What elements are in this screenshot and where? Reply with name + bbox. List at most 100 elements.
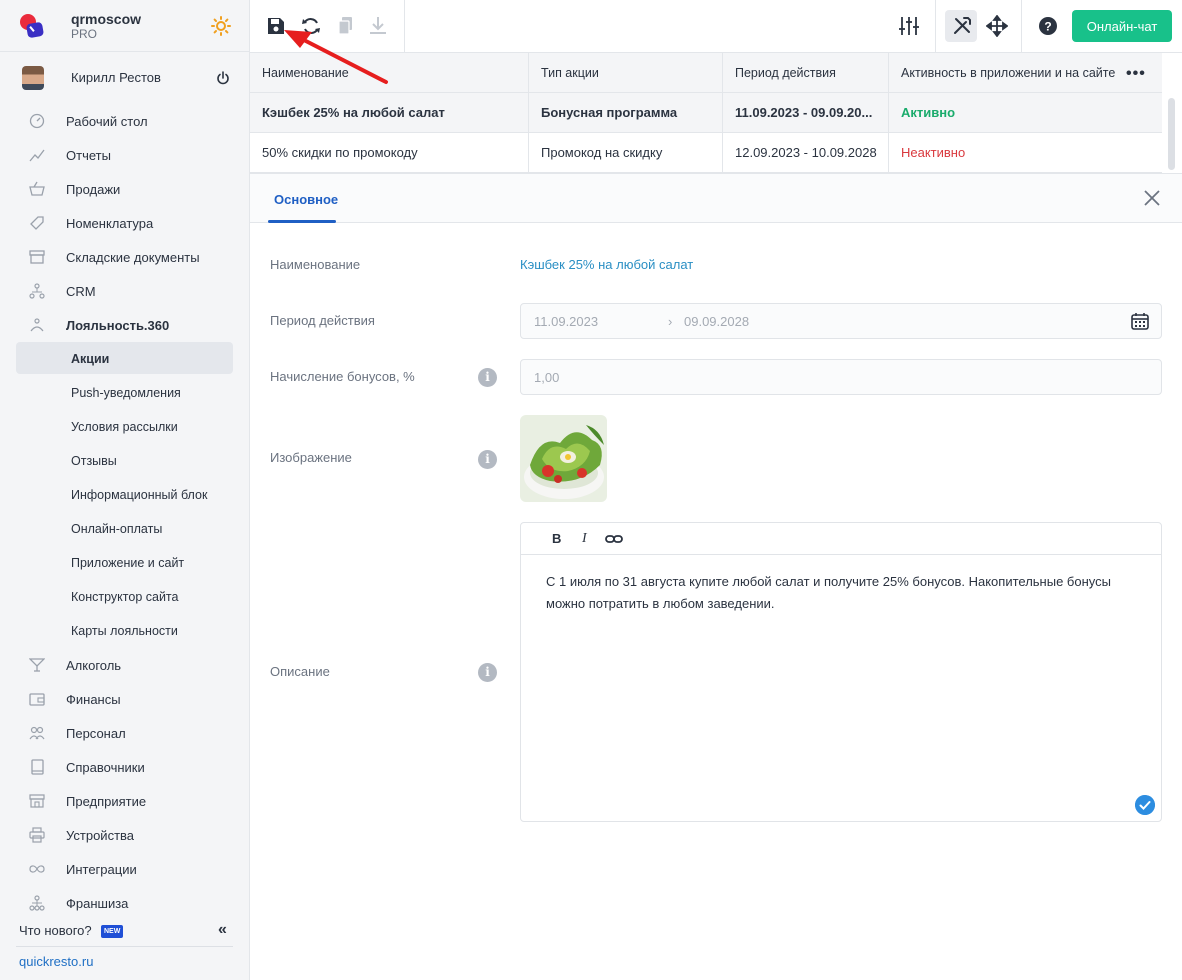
book-icon	[31, 759, 44, 775]
sidebar-item-label: Франшиза	[66, 896, 129, 911]
brand-name: qrmoscow	[71, 11, 142, 27]
info-icon[interactable]: i	[478, 450, 497, 469]
sidebar-item-sales[interactable]: Продажи	[0, 172, 249, 206]
sidebar-item-label: CRM	[66, 284, 96, 299]
sidebar-item-label: Алкоголь	[66, 658, 122, 673]
bonus-placeholder: 1,00	[534, 370, 560, 385]
column-header-name[interactable]: Наименование	[250, 53, 529, 93]
info-icon[interactable]: i	[478, 663, 497, 682]
hierarchy-icon	[29, 283, 45, 299]
calendar-icon[interactable]	[1130, 311, 1150, 331]
table-cell-name: Кэшбек 25% на любой салат	[250, 93, 529, 133]
printer-icon	[29, 827, 45, 843]
sidebar-item-loyalty[interactable]: Лояльность.360	[0, 308, 249, 342]
sidebar-subitem-online-payments[interactable]: Онлайн-оплаты	[0, 512, 249, 546]
sidebar-subitem-site-builder[interactable]: Конструктор сайта	[0, 580, 249, 614]
info-icon[interactable]: i	[478, 368, 497, 387]
site-link[interactable]: quickresto.ru	[19, 954, 93, 969]
salad-image[interactable]	[520, 415, 607, 502]
sidebar-item-franchise[interactable]: Франшиза	[0, 886, 249, 920]
svg-text:?: ?	[1044, 20, 1051, 34]
sidebar-item-label: Складские документы	[66, 250, 200, 265]
cocktail-icon	[29, 658, 45, 672]
sidebar-item-enterprise[interactable]: Предприятие	[0, 784, 249, 818]
power-icon[interactable]	[216, 71, 230, 85]
help-icon[interactable]: ?	[1038, 15, 1058, 37]
column-header-type[interactable]: Тип акции	[529, 53, 723, 93]
link-icon[interactable]	[605, 532, 623, 546]
online-chat-button[interactable]: Онлайн-чат	[1072, 10, 1172, 42]
sidebar-item-directories[interactable]: Справочники	[0, 750, 249, 784]
sidebar-item-label: Номенклатура	[66, 216, 154, 231]
toolbar-divider	[935, 0, 936, 52]
period-date-range[interactable]: 11.09.2023 › 09.09.2028	[520, 303, 1162, 339]
move-icon[interactable]	[986, 15, 1008, 37]
column-settings-icon[interactable]	[898, 15, 920, 37]
more-options-icon[interactable]: •••	[1126, 65, 1146, 83]
sidebar-subitem-app-site[interactable]: Приложение и сайт	[0, 546, 249, 580]
name-value[interactable]: Кэшбек 25% на любой салат	[520, 257, 693, 272]
detail-tabs: Основное	[250, 173, 1182, 223]
check-icon[interactable]	[1135, 795, 1155, 815]
download-icon[interactable]	[368, 15, 388, 37]
tools-icon[interactable]	[951, 15, 973, 37]
table-cell-type: Промокод на скидку	[529, 133, 723, 173]
sidebar-item-label: Предприятие	[66, 794, 147, 809]
italic-button[interactable]: I	[582, 531, 587, 547]
table-row[interactable]: Кэшбек 25% на любой салат Бонусная прогр…	[250, 93, 1162, 133]
column-header-activity[interactable]: Активность в приложении и на сайте	[889, 53, 1162, 93]
divider	[16, 946, 233, 947]
sidebar-item-label: Отчеты	[66, 148, 111, 163]
sidebar-item-warehouse[interactable]: Складские документы	[0, 240, 249, 274]
sidebar-subitem-label: Акции	[71, 352, 110, 366]
sidebar-subitem-push[interactable]: Push-уведомления	[0, 376, 249, 410]
sidebar-item-alcohol[interactable]: Алкоголь	[0, 648, 249, 682]
sidebar-subitem-label: Информационный блок	[71, 488, 208, 502]
loyalty-icon	[30, 318, 44, 332]
dashboard-icon	[29, 113, 45, 129]
description-editor[interactable]: B I С 1 июля по 31 августа купите любой …	[520, 522, 1162, 822]
user-name: Кирилл Рестов	[71, 70, 161, 85]
copy-icon[interactable]	[336, 15, 356, 37]
tab-main[interactable]: Основное	[274, 192, 338, 207]
sidebar-item-nomenclature[interactable]: Номенклатура	[0, 206, 249, 240]
sidebar-item-label: Лояльность.360	[66, 318, 170, 333]
table-cell-period: 12.09.2023 - 10.09.2028	[723, 133, 889, 173]
table-scrollbar-thumb[interactable]	[1168, 98, 1175, 170]
sidebar-item-reports[interactable]: Отчеты	[0, 138, 249, 172]
sidebar-subitem-mailing[interactable]: Условия рассылки	[0, 410, 249, 444]
close-icon[interactable]	[1143, 189, 1161, 207]
status-badge: Активно	[901, 105, 956, 120]
theme-sun-icon[interactable]	[211, 16, 231, 36]
bold-button[interactable]: B	[552, 531, 561, 546]
collapse-sidebar-icon[interactable]: «	[218, 921, 227, 939]
save-icon[interactable]	[266, 15, 286, 37]
editor-toolbar: B I	[521, 523, 1161, 555]
user-block[interactable]: Кирилл Рестов	[0, 60, 249, 96]
sidebar-subitem-reviews[interactable]: Отзывы	[0, 444, 249, 478]
people-icon	[29, 726, 45, 740]
sidebar-item-devices[interactable]: Устройства	[0, 818, 249, 852]
sidebar-subitem-info-block[interactable]: Информационный блок	[0, 478, 249, 512]
sidebar-item-integrations[interactable]: Интеграции	[0, 852, 249, 886]
sidebar-item-dashboard[interactable]: Рабочий стол	[0, 104, 249, 138]
description-text[interactable]: С 1 июля по 31 августа купите любой сала…	[546, 571, 1146, 615]
sidebar-item-label: Справочники	[66, 760, 145, 775]
refresh-icon[interactable]	[301, 15, 321, 37]
bonus-percent-input[interactable]: 1,00	[520, 359, 1162, 395]
sidebar-item-finance[interactable]: Финансы	[0, 682, 249, 716]
sidebar-subitem-loyalty-cards[interactable]: Карты лояльности	[0, 614, 249, 648]
sidebar-item-label: Финансы	[66, 692, 121, 707]
sidebar-subitem-label: Условия рассылки	[71, 420, 178, 434]
bonus-label: Начисление бонусов, %	[270, 369, 415, 384]
whats-new-link[interactable]: Что нового?	[19, 923, 92, 938]
sidebar-item-staff[interactable]: Персонал	[0, 716, 249, 750]
sidebar-item-crm[interactable]: CRM	[0, 274, 249, 308]
network-icon	[29, 895, 45, 911]
wallet-icon	[29, 693, 45, 706]
sidebar-subitem-promotions[interactable]: Акции	[0, 342, 249, 376]
table-row[interactable]: 50% скидки по промокоду Промокод на скид…	[250, 133, 1162, 173]
column-header-period[interactable]: Период действия	[723, 53, 889, 93]
sidebar-subitem-label: Приложение и сайт	[71, 556, 185, 570]
period-label: Период действия	[270, 313, 375, 328]
